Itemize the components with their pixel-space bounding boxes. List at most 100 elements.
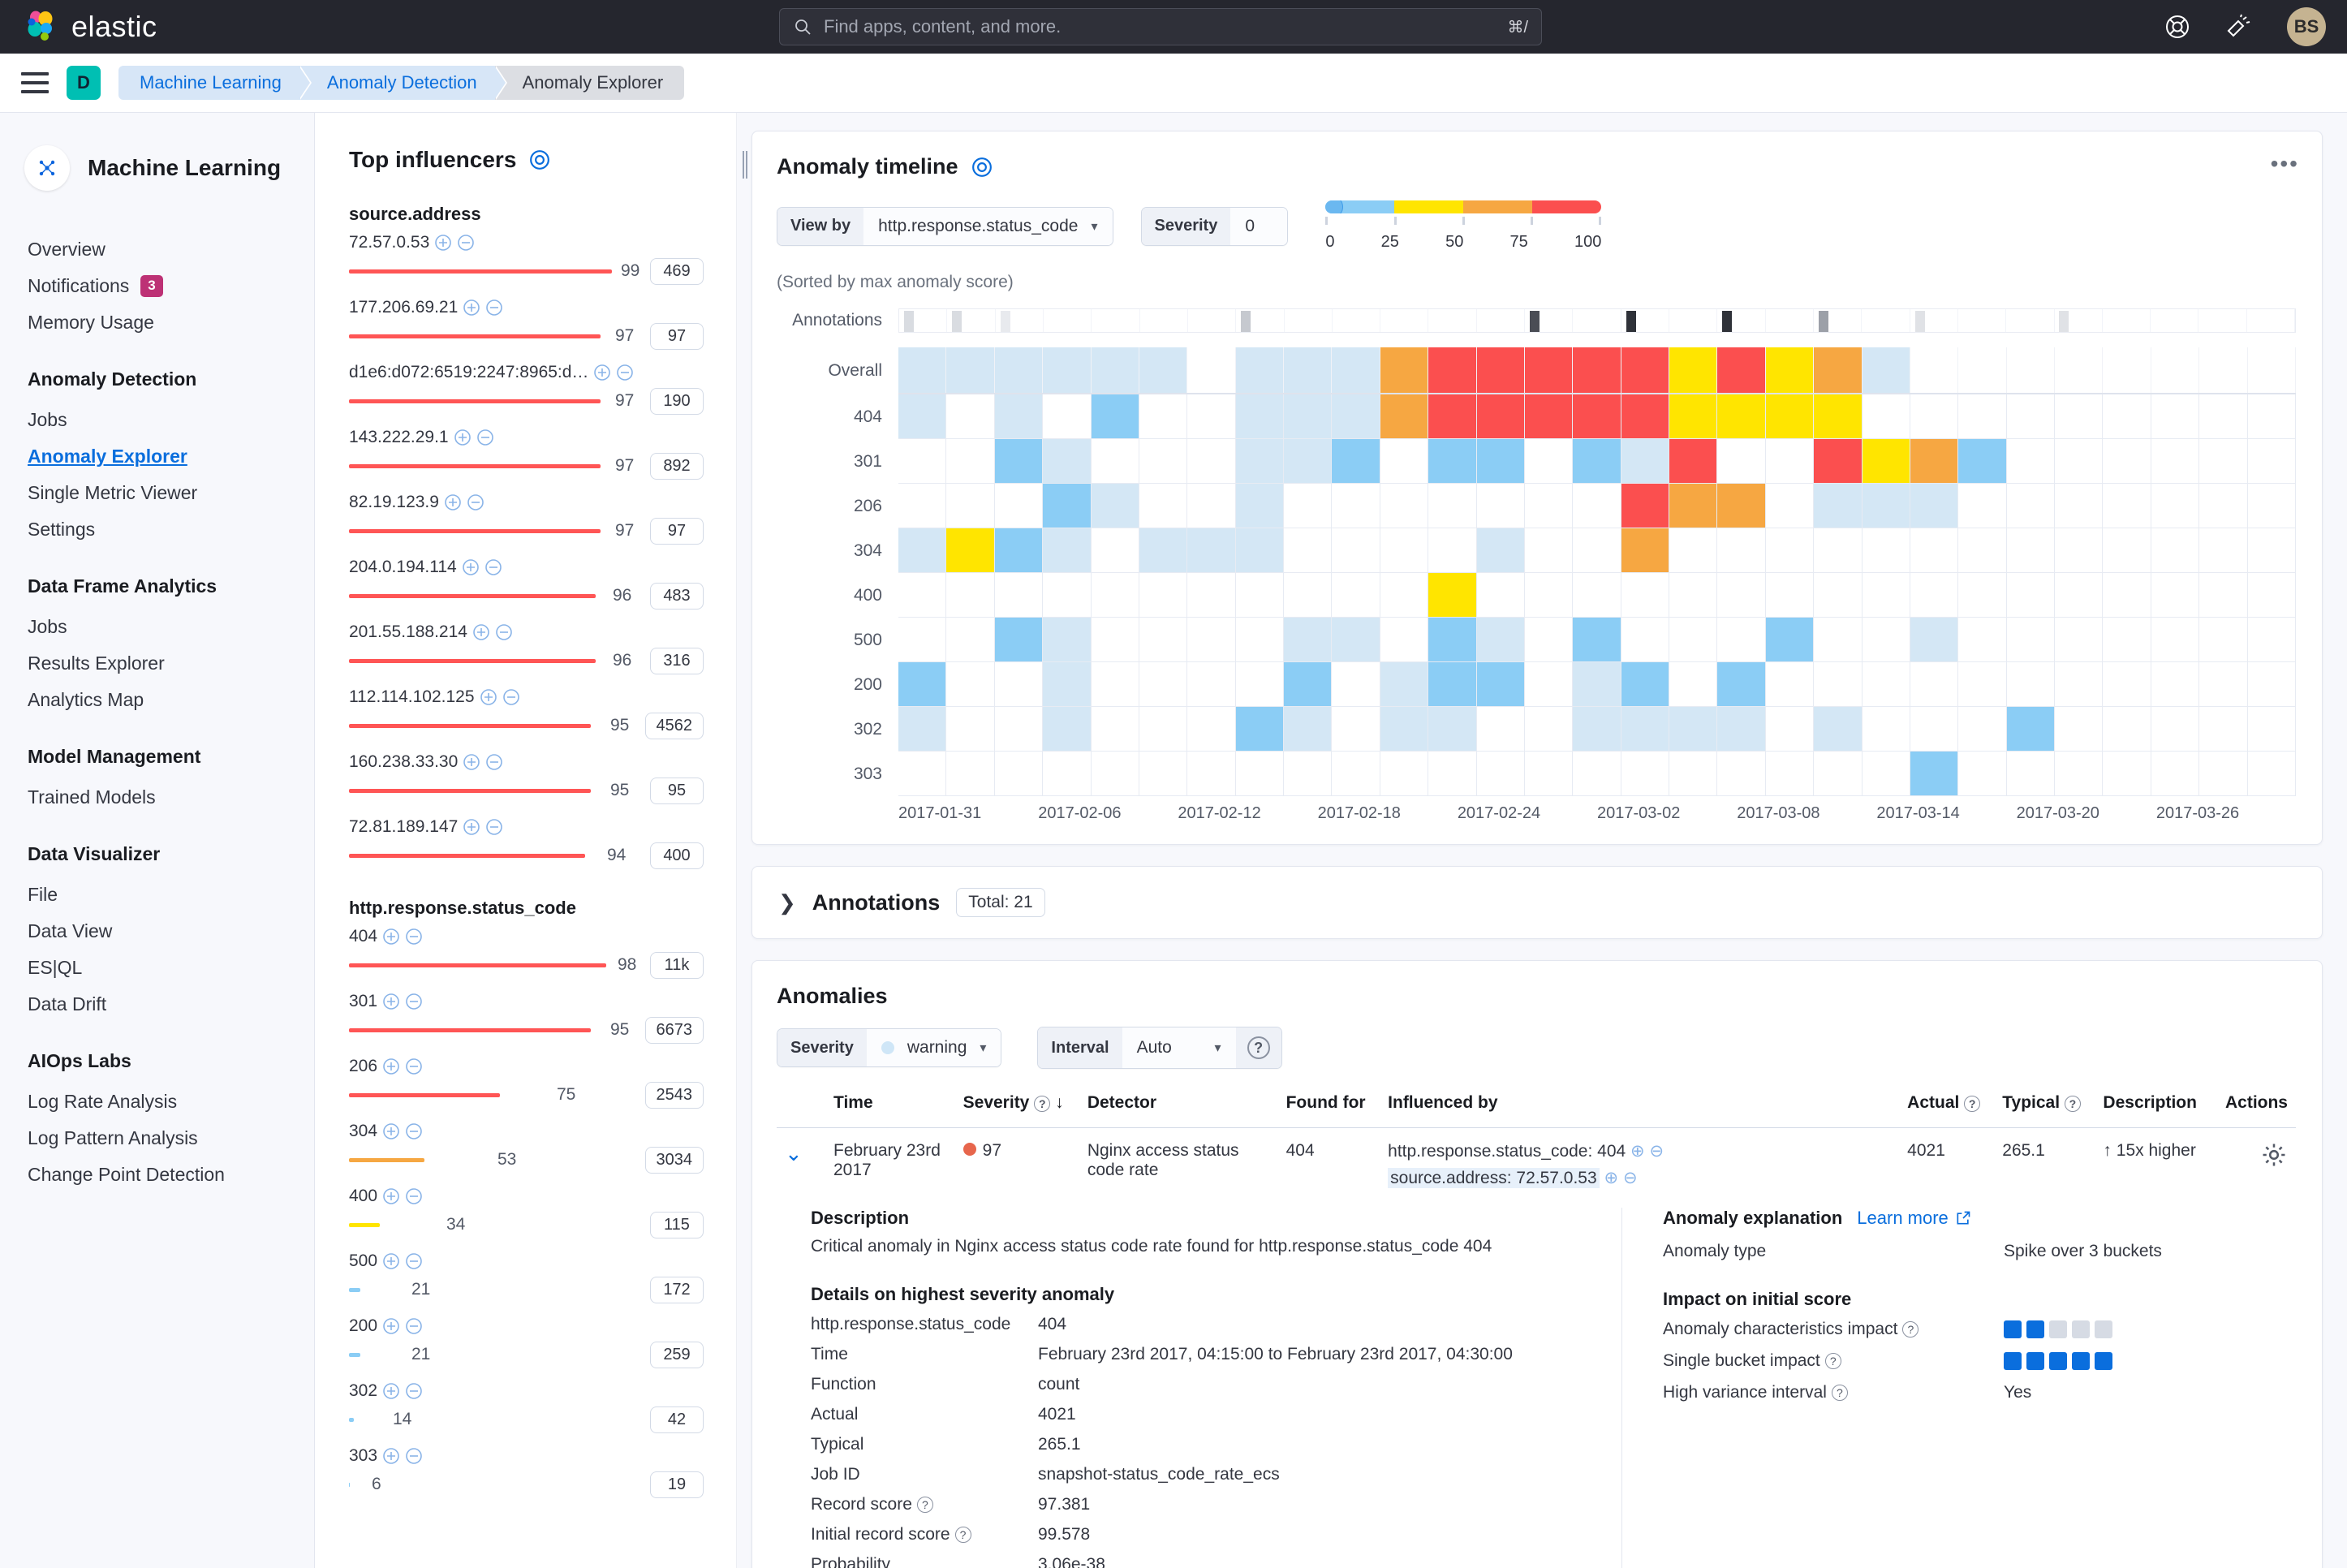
heatmap-cell[interactable]: [1524, 528, 1574, 573]
heatmap-cell[interactable]: [898, 528, 947, 573]
heatmap-cell[interactable]: [2151, 528, 2200, 573]
add-filter-icon[interactable]: [382, 1122, 400, 1140]
remove-filter-icon[interactable]: [405, 1382, 423, 1400]
heatmap-cell[interactable]: [1862, 752, 1910, 796]
heatmap-cell[interactable]: [2006, 528, 2055, 573]
heatmap-cell[interactable]: [2151, 662, 2200, 707]
heatmap-cell[interactable]: [1573, 707, 1621, 752]
anomaly-heatmap[interactable]: Annotations Overall 404 301 206 304 400 500 200 3…: [777, 308, 2296, 823]
heatmap-cell[interactable]: [1573, 347, 1621, 393]
col-severity[interactable]: Severity ? ↓: [954, 1093, 1079, 1128]
heatmap-cell[interactable]: [1139, 484, 1188, 528]
heatmap-cell[interactable]: [1043, 707, 1092, 752]
remove-filter-icon[interactable]: [485, 753, 503, 771]
heatmap-cell[interactable]: [898, 752, 947, 796]
col-description[interactable]: Description: [2095, 1093, 2212, 1128]
heatmap-cell[interactable]: [1428, 707, 1477, 752]
heatmap-cell[interactable]: [946, 618, 995, 662]
sidebar-item-analytics-map[interactable]: Analytics Map: [0, 682, 314, 718]
heatmap-cell[interactable]: [2103, 484, 2151, 528]
heatmap-cell[interactable]: [2151, 347, 2200, 393]
heatmap-cell[interactable]: [1765, 484, 1815, 528]
add-filter-icon[interactable]: [472, 623, 490, 641]
heatmap-cell[interactable]: [898, 394, 947, 439]
heatmap-cell[interactable]: [1621, 618, 1669, 662]
add-filter-icon[interactable]: [463, 299, 480, 317]
heatmap-cell[interactable]: [1428, 618, 1477, 662]
heatmap-cell[interactable]: [1332, 347, 1380, 393]
sidebar-item-trained-models[interactable]: Trained Models: [0, 779, 314, 816]
heatmap-cell[interactable]: [1910, 439, 1959, 484]
heatmap-cell[interactable]: [994, 484, 1044, 528]
heatmap-cell[interactable]: [2151, 394, 2200, 439]
heatmap-cell[interactable]: [1187, 528, 1236, 573]
sidebar-item-overview[interactable]: Overview: [0, 231, 314, 268]
influencer-row[interactable]: 143.222.29.1 97 892: [349, 428, 704, 480]
heatmap-cell[interactable]: [1139, 752, 1188, 796]
question-circle-icon[interactable]: ?: [1902, 1321, 1919, 1338]
heatmap-cell[interactable]: [1091, 752, 1139, 796]
add-filter-icon[interactable]: [382, 1252, 400, 1270]
heatmap-cell[interactable]: [1958, 707, 2007, 752]
heatmap-cell[interactable]: [1235, 394, 1284, 439]
heatmap-cell[interactable]: [1669, 707, 1718, 752]
heatmap-cell[interactable]: [1091, 394, 1139, 439]
heatmap-cell[interactable]: [1187, 752, 1236, 796]
sidebar-item-ad-jobs[interactable]: Jobs: [0, 402, 314, 438]
heatmap-cell[interactable]: [1765, 752, 1815, 796]
add-filter-icon[interactable]: [454, 429, 472, 446]
heatmap-cell[interactable]: [1332, 439, 1380, 484]
heatmap-cell[interactable]: [1428, 484, 1477, 528]
sidebar-item-results-explorer[interactable]: Results Explorer: [0, 645, 314, 682]
heatmap-cell[interactable]: [1862, 439, 1910, 484]
anomalies-severity-select[interactable]: Severity warning ▾: [777, 1028, 1002, 1067]
heatmap-cell[interactable]: [2055, 662, 2104, 707]
heatmap-cell[interactable]: [2055, 752, 2104, 796]
heatmap-cell[interactable]: [1476, 347, 1525, 393]
heatmap-cell[interactable]: [1573, 752, 1621, 796]
heatmap-cell[interactable]: [1669, 573, 1718, 618]
heatmap-cell[interactable]: [1958, 752, 2007, 796]
heatmap-cell[interactable]: [2006, 662, 2055, 707]
heatmap-cell[interactable]: [1091, 439, 1139, 484]
annotation-marker[interactable]: [1000, 311, 1010, 332]
heatmap-cell[interactable]: [1332, 484, 1380, 528]
heatmap-cell[interactable]: [1428, 573, 1477, 618]
sidebar-item-settings[interactable]: Settings: [0, 511, 314, 548]
influencer-row[interactable]: 201.55.188.214 96 316: [349, 622, 704, 674]
heatmap-cell[interactable]: [1380, 707, 1429, 752]
heatmap-cell[interactable]: [2055, 484, 2104, 528]
heatmap-cell[interactable]: [1139, 573, 1188, 618]
heatmap-cell[interactable]: [1476, 707, 1525, 752]
remove-filter-icon[interactable]: [476, 429, 494, 446]
heatmap-cell[interactable]: [1765, 394, 1815, 439]
heatmap-cell[interactable]: [1235, 618, 1284, 662]
heatmap-cell[interactable]: [1476, 618, 1525, 662]
annotation-marker[interactable]: [1722, 311, 1733, 332]
heatmap-cell[interactable]: [2247, 618, 2296, 662]
heatmap-cell[interactable]: [2247, 528, 2296, 573]
heatmap-cell[interactable]: [2055, 394, 2104, 439]
megaphone-icon[interactable]: [2225, 13, 2253, 41]
heatmap-cell[interactable]: [1235, 752, 1284, 796]
heatmap-cell[interactable]: [1428, 528, 1477, 573]
remove-filter-icon[interactable]: [405, 1447, 423, 1465]
heatmap-cell[interactable]: [1284, 347, 1333, 393]
heatmap-cell[interactable]: [1476, 528, 1525, 573]
heatmap-cell[interactable]: [1091, 707, 1139, 752]
timeline-menu-icon[interactable]: •••: [2271, 151, 2299, 177]
heatmap-cell[interactable]: [994, 347, 1044, 393]
heatmap-cell[interactable]: [1091, 618, 1139, 662]
heatmap-cell[interactable]: [1476, 662, 1525, 707]
severity-slider[interactable]: 0 25 50 75 100: [1325, 200, 1602, 252]
heatmap-cell[interactable]: [2247, 662, 2296, 707]
heatmap-cell[interactable]: [1043, 347, 1092, 393]
influencer-row[interactable]: 500 21 172: [349, 1251, 704, 1303]
heatmap-cell[interactable]: [1091, 347, 1139, 393]
heatmap-cell[interactable]: [2103, 439, 2151, 484]
heatmap-cell[interactable]: [1958, 347, 2007, 393]
heatmap-cell[interactable]: [1862, 573, 1910, 618]
heatmap-cell[interactable]: [2055, 573, 2104, 618]
heatmap-cell[interactable]: [2103, 707, 2151, 752]
heatmap-cell[interactable]: [1573, 618, 1621, 662]
